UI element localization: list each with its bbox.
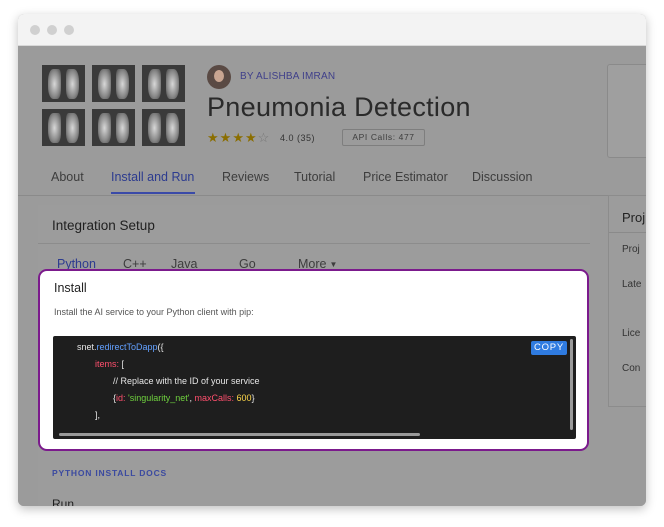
tab-divider	[18, 195, 646, 196]
star-empty-icon: ☆	[257, 130, 271, 145]
run-heading: Run	[52, 497, 75, 506]
chevron-down-icon: ▼	[329, 260, 338, 270]
install-card: Install Install the AI service to your P…	[38, 269, 589, 451]
author-byline[interactable]: BY ALISHBA IMRAN	[240, 71, 335, 82]
horizontal-scrollbar[interactable]	[59, 433, 420, 436]
tab-price-estimator[interactable]: Price Estimator	[363, 170, 448, 184]
tab-tutorial[interactable]: Tutorial	[294, 170, 335, 184]
minimize-window-dot[interactable]	[47, 25, 57, 35]
card-divider	[609, 232, 646, 233]
xray-thumbnail	[142, 65, 185, 102]
install-description: Install the AI service to your Python cl…	[54, 307, 254, 317]
star-filled-icon: ★	[232, 130, 245, 145]
star-filled-icon: ★	[219, 130, 233, 145]
star-filled-icon: ★	[244, 130, 258, 145]
close-window-dot[interactable]	[30, 25, 40, 35]
code-line: {id: 'singularity_net', maxCalls: 600}	[113, 393, 255, 403]
xray-thumbnail	[42, 65, 85, 102]
project-details-item: Con	[622, 363, 641, 374]
copy-button[interactable]: COPY	[531, 341, 567, 355]
tab-install-and-run[interactable]: Install and Run	[111, 170, 194, 184]
project-details-heading: Proj	[622, 210, 646, 225]
project-details-item: Late	[622, 279, 642, 290]
code-line: ],	[95, 410, 101, 420]
install-heading: Install	[54, 281, 87, 295]
tab-bar: About Install and Run Reviews Tutorial P…	[18, 166, 646, 194]
star-rating: ★★★★☆	[207, 130, 270, 146]
star-filled-icon: ★	[207, 130, 220, 145]
code-block[interactable]: snet.redirectToDapp({ items: [ // Replac…	[53, 336, 576, 439]
code-line: snet.redirectToDapp({	[77, 342, 164, 352]
tab-reviews[interactable]: Reviews	[222, 170, 269, 184]
code-line: // Replace with the ID of your service	[113, 376, 260, 386]
active-tab-indicator	[111, 192, 195, 194]
project-details-item: Proj	[622, 244, 640, 255]
purchase-card	[607, 64, 646, 158]
rating-text: 4.0 (35)	[280, 133, 316, 143]
integration-setup-heading: Integration Setup	[52, 218, 155, 233]
code-line: items: [	[95, 359, 125, 369]
xray-thumbnail	[142, 109, 185, 146]
panel-divider	[38, 243, 590, 244]
api-calls-badge: API Calls: 477	[342, 129, 425, 146]
tab-discussion[interactable]: Discussion	[472, 170, 532, 184]
author-avatar[interactable]	[207, 65, 231, 89]
xray-thumbnail	[42, 109, 85, 146]
window-titlebar	[18, 14, 646, 46]
project-details-item: Lice	[622, 328, 641, 339]
xray-thumbnail-gallery	[42, 65, 190, 147]
project-details-card: Proj Proj Late Lice Con	[608, 195, 646, 407]
xray-thumbnail	[92, 109, 135, 146]
maximize-window-dot[interactable]	[64, 25, 74, 35]
page-title: Pneumonia Detection	[207, 92, 471, 122]
python-install-docs-link[interactable]: PYTHON INSTALL DOCS	[52, 468, 167, 478]
tab-about[interactable]: About	[51, 170, 84, 184]
vertical-scrollbar[interactable]	[570, 339, 573, 430]
xray-thumbnail	[92, 65, 135, 102]
